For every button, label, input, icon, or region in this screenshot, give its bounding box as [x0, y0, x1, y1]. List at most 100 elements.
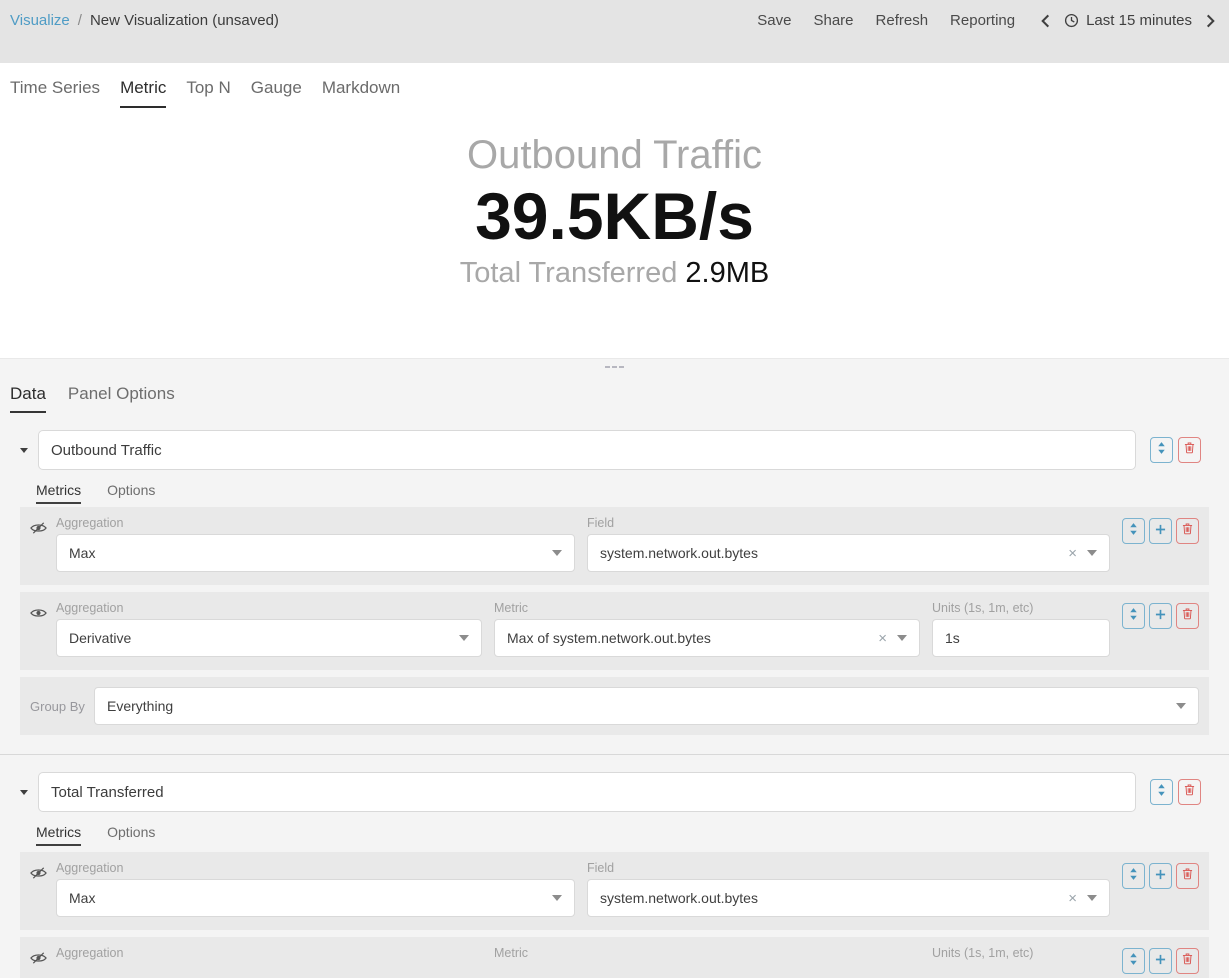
add-metric-button[interactable]	[1149, 603, 1172, 629]
x-icon[interactable]: ×	[1068, 890, 1077, 907]
eye-icon[interactable]	[30, 598, 56, 624]
panel-resize-handle[interactable]	[0, 358, 1229, 374]
eye-slash-icon[interactable]	[30, 943, 56, 969]
tab-gauge[interactable]: Gauge	[251, 78, 302, 108]
time-picker-label: Last 15 minutes	[1086, 12, 1192, 29]
aggregation-label: Aggregation	[56, 516, 575, 530]
chevron-left-icon[interactable]	[1041, 14, 1050, 28]
metric-secondary-value: 2.9MB	[685, 257, 769, 289]
caret-down-icon	[20, 790, 28, 795]
metric-row: Aggregation Max Field system.network.out…	[20, 507, 1209, 585]
series-collapse-button[interactable]	[20, 790, 38, 795]
aggregation-select[interactable]: Max	[56, 534, 575, 572]
tab-panel-options[interactable]: Panel Options	[68, 384, 175, 413]
grab-dots-icon	[605, 366, 610, 368]
sort-arrows-icon	[1129, 607, 1138, 625]
field-value: system.network.out.bytes	[600, 545, 1068, 561]
move-metric-button[interactable]	[1122, 603, 1145, 629]
tab-top-n[interactable]: Top N	[186, 78, 230, 108]
aggregation-value: Max	[69, 890, 552, 906]
tab-options[interactable]: Options	[107, 824, 155, 846]
caret-down-icon	[1087, 550, 1097, 556]
add-metric-button[interactable]	[1149, 863, 1172, 889]
series-label-input[interactable]	[38, 772, 1136, 812]
delete-metric-button[interactable]	[1176, 863, 1199, 889]
group-by-row: Group By Everything	[20, 677, 1209, 735]
reporting-button[interactable]: Reporting	[950, 12, 1015, 29]
tab-markdown[interactable]: Markdown	[322, 78, 400, 108]
tab-metric[interactable]: Metric	[120, 78, 166, 108]
x-icon[interactable]: ×	[1068, 545, 1077, 562]
move-metric-button[interactable]	[1122, 863, 1145, 889]
clock-icon	[1064, 13, 1079, 28]
grab-dots-icon	[612, 366, 617, 368]
chevron-right-icon[interactable]	[1206, 14, 1215, 28]
series-outbound-traffic: Metrics Options Aggregation Max Field sy…	[0, 430, 1229, 735]
field-label: Field	[587, 861, 1110, 875]
tab-metrics[interactable]: Metrics	[36, 482, 81, 504]
move-series-button[interactable]	[1150, 437, 1173, 463]
delete-metric-button[interactable]	[1176, 518, 1199, 544]
sort-arrows-icon	[1157, 441, 1166, 459]
trash-icon	[1182, 522, 1193, 540]
series-header	[20, 772, 1209, 812]
units-input[interactable]	[932, 619, 1110, 657]
breadcrumb-separator: /	[78, 12, 82, 29]
add-metric-button[interactable]	[1149, 948, 1172, 974]
tab-metrics[interactable]: Metrics	[36, 824, 81, 846]
trash-icon	[1182, 867, 1193, 885]
aggregation-value: Max	[69, 545, 552, 561]
caret-down-icon	[552, 895, 562, 901]
field-select[interactable]: system.network.out.bytes ×	[587, 879, 1110, 917]
field-select[interactable]: system.network.out.bytes ×	[587, 534, 1110, 572]
plus-icon	[1155, 867, 1166, 885]
metric-row: Aggregation Metric Units (1s, 1m, etc)	[20, 937, 1209, 978]
refresh-button[interactable]: Refresh	[876, 12, 929, 29]
aggregation-select[interactable]: Max	[56, 879, 575, 917]
delete-series-button[interactable]	[1178, 437, 1201, 463]
move-metric-button[interactable]	[1122, 518, 1145, 544]
breadcrumb-current: New Visualization (unsaved)	[90, 12, 279, 29]
top-bar: Visualize / New Visualization (unsaved) …	[0, 0, 1229, 63]
grab-dots-icon	[619, 366, 624, 368]
metric-value: 39.5KB/s	[0, 178, 1229, 256]
eye-slash-icon[interactable]	[30, 858, 56, 884]
panel-tabs: Data Panel Options	[0, 374, 1229, 413]
move-metric-button[interactable]	[1122, 948, 1145, 974]
delete-metric-button[interactable]	[1176, 948, 1199, 974]
trash-icon	[1184, 783, 1195, 801]
sort-arrows-icon	[1129, 952, 1138, 970]
series-collapse-button[interactable]	[20, 448, 38, 453]
tab-options[interactable]: Options	[107, 482, 155, 504]
metric-label: Metric	[494, 601, 920, 615]
series-tabs: Metrics Options	[36, 482, 1229, 504]
trash-icon	[1182, 607, 1193, 625]
metric-value: Max of system.network.out.bytes	[507, 630, 878, 646]
eye-slash-icon[interactable]	[30, 513, 56, 539]
series-header	[20, 430, 1209, 470]
move-series-button[interactable]	[1150, 779, 1173, 805]
series-label-input[interactable]	[38, 430, 1136, 470]
group-by-select[interactable]: Everything	[94, 687, 1199, 725]
metric-select[interactable]: Max of system.network.out.bytes ×	[494, 619, 920, 657]
metric-title: Outbound Traffic	[0, 108, 1229, 178]
aggregation-label: Aggregation	[56, 861, 575, 875]
breadcrumb-visualize-link[interactable]: Visualize	[10, 12, 70, 29]
caret-down-icon	[1176, 703, 1186, 709]
sort-arrows-icon	[1129, 867, 1138, 885]
tab-data[interactable]: Data	[10, 384, 46, 413]
time-picker-button[interactable]: Last 15 minutes	[1064, 12, 1192, 29]
trash-icon	[1184, 441, 1195, 459]
group-by-value: Everything	[107, 698, 1176, 714]
delete-series-button[interactable]	[1178, 779, 1201, 805]
visualization-type-tabs: Time Series Metric Top N Gauge Markdown	[0, 63, 1229, 108]
aggregation-select[interactable]: Derivative	[56, 619, 482, 657]
save-button[interactable]: Save	[757, 12, 791, 29]
share-button[interactable]: Share	[813, 12, 853, 29]
x-icon[interactable]: ×	[878, 630, 887, 647]
plus-icon	[1155, 522, 1166, 540]
add-metric-button[interactable]	[1149, 518, 1172, 544]
tab-time-series[interactable]: Time Series	[10, 78, 100, 108]
field-value: system.network.out.bytes	[600, 890, 1068, 906]
delete-metric-button[interactable]	[1176, 603, 1199, 629]
